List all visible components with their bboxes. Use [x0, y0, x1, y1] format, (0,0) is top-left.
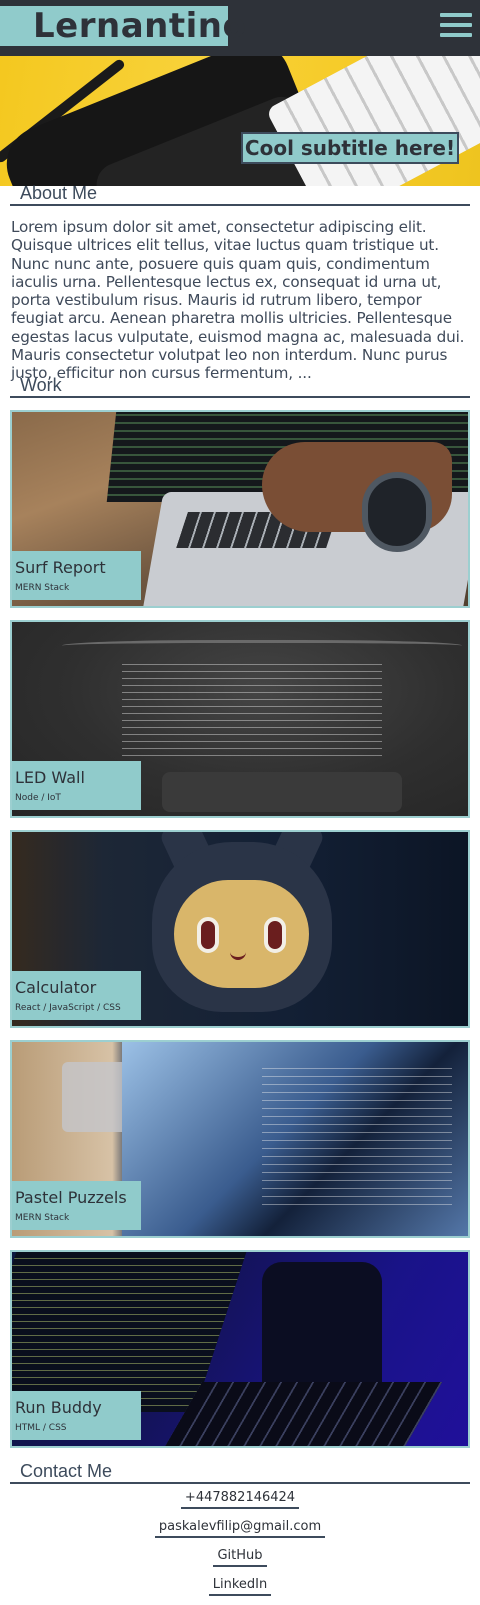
- hero-subtitle: Cool subtitle here!: [241, 132, 459, 164]
- about-heading-text: About Me: [20, 183, 98, 203]
- email-link[interactable]: paskalevfilip@gmail.com: [0, 1519, 480, 1538]
- keyboard-shape: [265, 56, 480, 186]
- eye-shape: [264, 917, 286, 953]
- contact-heading: Contact Me: [10, 1461, 470, 1484]
- watch-shape: [362, 472, 432, 552]
- project-label: LED Wall Node / IoT: [12, 761, 141, 810]
- project-title: Calculator: [15, 978, 97, 997]
- project-stack: MERN Stack: [15, 583, 70, 593]
- project-stack: MERN Stack: [15, 1213, 70, 1223]
- laptop-lid-shape: [62, 640, 462, 654]
- project-title: LED Wall: [15, 768, 85, 787]
- phone-link[interactable]: +447882146424: [0, 1490, 480, 1509]
- menu-line: [440, 13, 472, 17]
- code-lines-shape: [262, 1062, 452, 1212]
- code-lines-shape: [122, 662, 382, 762]
- linkedin-link[interactable]: LinkedIn: [0, 1577, 480, 1596]
- project-label: Calculator React / JavaScript / CSS: [12, 971, 141, 1020]
- hamburger-menu-icon[interactable]: [440, 10, 472, 40]
- about-heading: About Me: [10, 183, 470, 206]
- github-link[interactable]: GitHub: [0, 1548, 480, 1567]
- project-card-run-buddy[interactable]: Run Buddy HTML / CSS: [10, 1250, 470, 1448]
- project-card-surf-report[interactable]: Surf Report MERN Stack: [10, 410, 470, 608]
- github-link-text[interactable]: GitHub: [213, 1548, 267, 1567]
- project-card-led-wall[interactable]: LED Wall Node / IoT: [10, 620, 470, 818]
- contact-heading-text: Contact Me: [20, 1461, 113, 1481]
- project-stack: React / JavaScript / CSS: [15, 1003, 121, 1013]
- work-heading-text: Work: [20, 375, 62, 395]
- project-title: Surf Report: [15, 558, 106, 577]
- project-label: Surf Report MERN Stack: [12, 551, 141, 600]
- eye-shape: [197, 917, 219, 953]
- phone-link-text[interactable]: +447882146424: [180, 1490, 300, 1509]
- linkedin-link-text[interactable]: LinkedIn: [208, 1577, 272, 1596]
- top-nav-bar: Lernantino: [0, 0, 480, 56]
- about-paragraph: Lorem ipsum dolor sit amet, consectetur …: [11, 218, 465, 383]
- project-card-calculator[interactable]: Calculator React / JavaScript / CSS: [10, 830, 470, 1028]
- project-label: Pastel Puzzels MERN Stack: [12, 1181, 141, 1230]
- project-title: Run Buddy: [15, 1398, 102, 1417]
- menu-line: [440, 23, 472, 27]
- project-stack: Node / IoT: [15, 793, 61, 803]
- site-brand[interactable]: Lernantino: [0, 6, 246, 46]
- project-label: Run Buddy HTML / CSS: [12, 1391, 141, 1440]
- keyboard-shape: [161, 1382, 443, 1446]
- project-title: Pastel Puzzels: [15, 1188, 127, 1207]
- project-stack: HTML / CSS: [15, 1423, 67, 1433]
- work-heading: Work: [10, 375, 470, 398]
- menu-line: [440, 33, 472, 37]
- hero-banner-image: [0, 56, 480, 186]
- laptop-base-shape: [162, 772, 402, 812]
- email-link-text[interactable]: paskalevfilip@gmail.com: [154, 1519, 326, 1538]
- face-shape: [174, 880, 309, 988]
- project-card-pastel-puzzels[interactable]: Pastel Puzzels MERN Stack: [10, 1040, 470, 1238]
